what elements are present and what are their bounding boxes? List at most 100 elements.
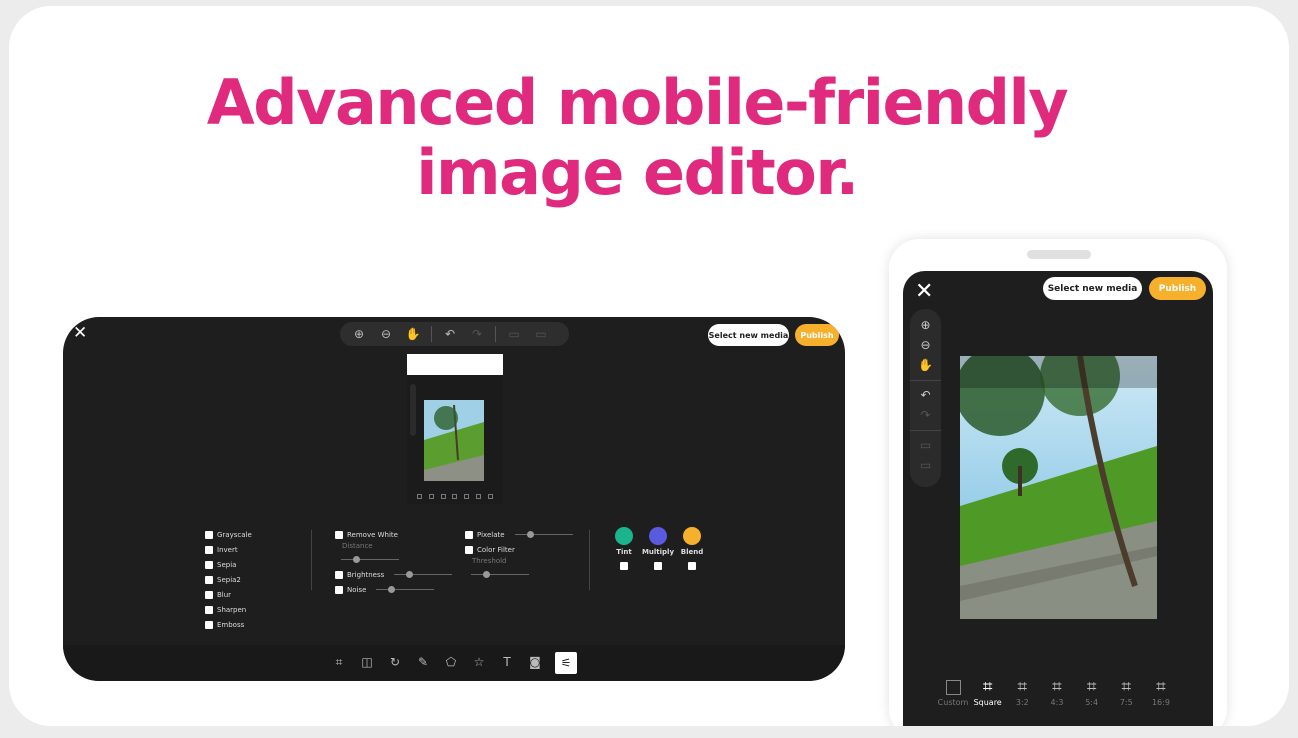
filter-label: Brightness: [347, 570, 385, 579]
mini-crop-tools: [417, 494, 493, 499]
promo-card: Advanced mobile-friendly image editor. ✕…: [9, 6, 1289, 726]
multiply-color-dot[interactable]: [649, 527, 667, 545]
crop-option-custom[interactable]: Custom: [937, 676, 969, 707]
blend-color-dot[interactable]: [683, 527, 701, 545]
multiply-swatch[interactable]: Multiply: [641, 527, 675, 570]
checkbox[interactable]: [654, 562, 662, 570]
checkbox[interactable]: [205, 575, 213, 584]
checkbox[interactable]: [205, 545, 213, 554]
noise-slider[interactable]: [376, 586, 435, 593]
filter-sepia[interactable]: Sepia: [205, 557, 252, 572]
checkbox[interactable]: [205, 560, 213, 569]
checkbox[interactable]: [335, 530, 343, 539]
shape-icon[interactable]: ⬠: [443, 655, 459, 671]
redo-icon[interactable]: ↷: [920, 407, 930, 424]
filter-sepia2[interactable]: Sepia2: [205, 572, 252, 587]
filter-label: Sepia: [217, 560, 237, 569]
zoom-in-icon[interactable]: ⊕: [350, 327, 368, 341]
checkbox[interactable]: [465, 530, 473, 539]
filter-invert[interactable]: Invert: [205, 542, 252, 557]
select-new-media-button[interactable]: Select new media: [708, 324, 789, 346]
mobile-editor-screenshot: ✕ Select new media Publish ⊕ ⊖ ✋ ↶ ↷ ▭ ▭: [889, 239, 1227, 726]
checkbox[interactable]: [335, 570, 343, 579]
filter-grayscale[interactable]: Grayscale: [205, 527, 252, 542]
publish-button[interactable]: Publish: [1149, 277, 1206, 300]
checkbox[interactable]: [205, 620, 213, 629]
crop-option-label: Square: [973, 698, 1002, 707]
hand-icon[interactable]: ✋: [404, 327, 422, 341]
crop-option-7-5[interactable]: ⌗ 7:5: [1110, 676, 1142, 707]
delete-all-icon[interactable]: ▭: [920, 457, 931, 474]
mini-side-toolbar: [410, 384, 416, 436]
checkbox[interactable]: [620, 562, 628, 570]
frame-icon[interactable]: ◙: [527, 655, 543, 671]
publish-button[interactable]: Publish: [795, 324, 839, 346]
filter-blur[interactable]: Blur: [205, 587, 252, 602]
distance-slider-row: [335, 552, 452, 567]
rotate-icon[interactable]: ↻: [387, 655, 403, 671]
threshold-label: Threshold: [472, 557, 507, 565]
tint-color-dot[interactable]: [615, 527, 633, 545]
filter-color-filter[interactable]: Color Filter: [465, 542, 573, 557]
redo-icon[interactable]: ↷: [468, 327, 486, 341]
flip-icon[interactable]: ◫: [359, 655, 375, 671]
close-icon[interactable]: ✕: [73, 323, 87, 343]
top-toolbar: ⊕ ⊖ ✋ ↶ ↷ ▭ ▭: [340, 322, 569, 346]
crop-icon[interactable]: ⌗: [331, 655, 347, 671]
text-icon[interactable]: T: [499, 655, 515, 671]
hand-icon[interactable]: ✋: [918, 357, 933, 374]
phone-notch: [1027, 250, 1091, 259]
zoom-out-icon[interactable]: ⊖: [377, 327, 395, 341]
threshold-slider[interactable]: [471, 571, 529, 578]
filter-column-pixel: Pixelate Color Filter Threshold: [465, 527, 573, 582]
pixelate-slider[interactable]: [514, 531, 573, 538]
crop-icon: ⌗: [1052, 677, 1062, 697]
pencil-icon[interactable]: ✎: [415, 655, 431, 671]
filter-label: Pixelate: [477, 530, 505, 539]
zoom-in-icon[interactable]: ⊕: [920, 317, 930, 334]
filter-emboss[interactable]: Emboss: [205, 617, 252, 632]
distance-slider[interactable]: [341, 556, 399, 563]
crop-option-label: 5:4: [1085, 698, 1099, 707]
filter-noise[interactable]: Noise: [335, 582, 452, 597]
toolbar-divider: [495, 326, 496, 342]
delete-icon[interactable]: ▭: [920, 437, 931, 454]
checkbox[interactable]: [335, 585, 343, 594]
toolbar-divider: [431, 326, 432, 342]
filter-column-advanced: Remove White Distance Brightness Noise: [335, 527, 453, 597]
crop-option-4-3[interactable]: ⌗ 4:3: [1041, 676, 1073, 707]
checkbox[interactable]: [205, 530, 213, 539]
crop-option-5-4[interactable]: ⌗ 5:4: [1076, 676, 1108, 707]
blend-swatch[interactable]: Blend: [675, 527, 709, 570]
star-icon[interactable]: ☆: [471, 655, 487, 671]
swatch-label: Tint: [616, 548, 632, 556]
filter-remove-white[interactable]: Remove White: [335, 527, 452, 542]
delete-icon[interactable]: ▭: [505, 327, 523, 341]
tint-swatch[interactable]: Tint: [607, 527, 641, 570]
select-new-media-button[interactable]: Select new media: [1043, 277, 1142, 300]
brightness-slider[interactable]: [394, 571, 453, 578]
checkbox[interactable]: [205, 605, 213, 614]
filter-icon[interactable]: ⚟: [555, 652, 577, 674]
filter-sharpen[interactable]: Sharpen: [205, 602, 252, 617]
undo-icon[interactable]: ↶: [441, 327, 459, 341]
filter-pixelate[interactable]: Pixelate: [465, 527, 573, 542]
toolbar-divider: [910, 380, 941, 381]
headline-line-1: Advanced mobile-friendly: [206, 66, 1069, 139]
filter-label: Invert: [217, 545, 238, 554]
mini-browser-bar: [407, 354, 503, 375]
undo-icon[interactable]: ↶: [920, 387, 930, 404]
crop-icon: ⌗: [1156, 677, 1166, 697]
checkbox[interactable]: [465, 545, 473, 554]
filter-brightness[interactable]: Brightness: [335, 567, 453, 582]
checkbox[interactable]: [205, 590, 213, 599]
zoom-out-icon[interactable]: ⊖: [920, 337, 930, 354]
filter-label: Sharpen: [217, 605, 247, 614]
crop-option-label: Custom: [937, 698, 969, 707]
crop-option-16-9[interactable]: ⌗ 16:9: [1145, 676, 1177, 707]
close-icon[interactable]: ✕: [915, 279, 933, 304]
crop-option-square[interactable]: ⌗ Square: [972, 676, 1004, 707]
crop-option-3-2[interactable]: ⌗ 3:2: [1006, 676, 1038, 707]
delete-all-icon[interactable]: ▭: [532, 327, 550, 341]
checkbox[interactable]: [688, 562, 696, 570]
